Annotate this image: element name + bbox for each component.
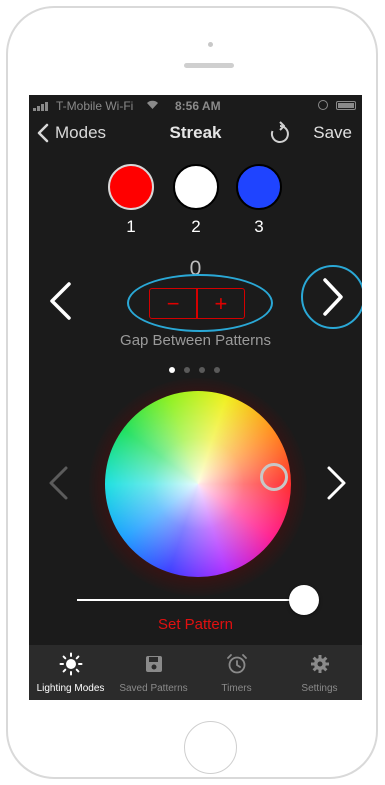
color-slot-2[interactable] — [173, 164, 219, 210]
next-button-highlight-circle — [301, 265, 362, 329]
gear-icon — [310, 655, 329, 673]
status-bar: T-Mobile Wi-Fi 8:56 AM — [29, 95, 362, 117]
save-button[interactable]: Save — [313, 123, 352, 143]
page-dot-2 — [184, 367, 190, 373]
color-wheel-selector[interactable] — [260, 463, 288, 491]
gap-caption: Gap Between Patterns — [120, 332, 271, 349]
color-slot-1-label: 1 — [126, 217, 136, 236]
sun-icon — [59, 652, 82, 676]
status-time: 8:56 AM — [175, 99, 221, 113]
speaker-grille — [184, 63, 234, 68]
tab-lighting-modes[interactable]: Lighting Modes — [29, 645, 112, 700]
color-slot-3-label: 3 — [254, 217, 264, 236]
brightness-slider-track[interactable] — [77, 599, 307, 601]
reset-icon[interactable] — [269, 121, 291, 145]
wifi-icon — [147, 100, 158, 109]
camera-dot — [208, 42, 213, 47]
battery-icon — [336, 101, 356, 110]
tab-label-settings: Settings — [301, 683, 338, 694]
tab-timers[interactable]: Timers — [195, 645, 278, 700]
app-screen: T-Mobile Wi-Fi 8:56 AM Modes Streak Save… — [29, 95, 362, 700]
page-title: Streak — [169, 123, 222, 142]
page-indicator[interactable] — [169, 367, 220, 373]
tab-label-lighting-modes: Lighting Modes — [36, 683, 105, 694]
tab-settings[interactable]: Settings — [278, 645, 361, 700]
color-slot-1[interactable] — [108, 164, 154, 210]
page-dot-1 — [169, 367, 175, 373]
color-slot-3[interactable] — [236, 164, 282, 210]
tab-bar: Lighting Modes Saved Patterns Timers Set… — [29, 645, 362, 700]
navigation-bar: Modes Streak Save — [29, 117, 362, 149]
previous-color-button[interactable] — [47, 465, 69, 501]
stepper-highlight-ellipse — [127, 274, 273, 332]
next-color-button[interactable] — [326, 465, 348, 501]
page-dot-4 — [214, 367, 220, 373]
page-dot-3 — [199, 367, 205, 373]
home-button[interactable] — [184, 721, 237, 774]
previous-setting-button[interactable] — [47, 281, 73, 321]
set-pattern-button[interactable]: Set Pattern — [29, 616, 362, 633]
orientation-lock-icon — [318, 100, 328, 110]
brightness-slider-thumb[interactable] — [289, 585, 319, 615]
alarm-clock-icon — [226, 654, 247, 674]
tab-label-timers: Timers — [221, 683, 252, 694]
tab-label-saved-patterns: Saved Patterns — [119, 683, 188, 694]
color-slot-2-label: 2 — [191, 217, 201, 236]
floppy-disk-icon — [145, 656, 162, 672]
tab-saved-patterns[interactable]: Saved Patterns — [112, 645, 195, 700]
carrier-name: T-Mobile Wi-Fi — [56, 99, 134, 113]
